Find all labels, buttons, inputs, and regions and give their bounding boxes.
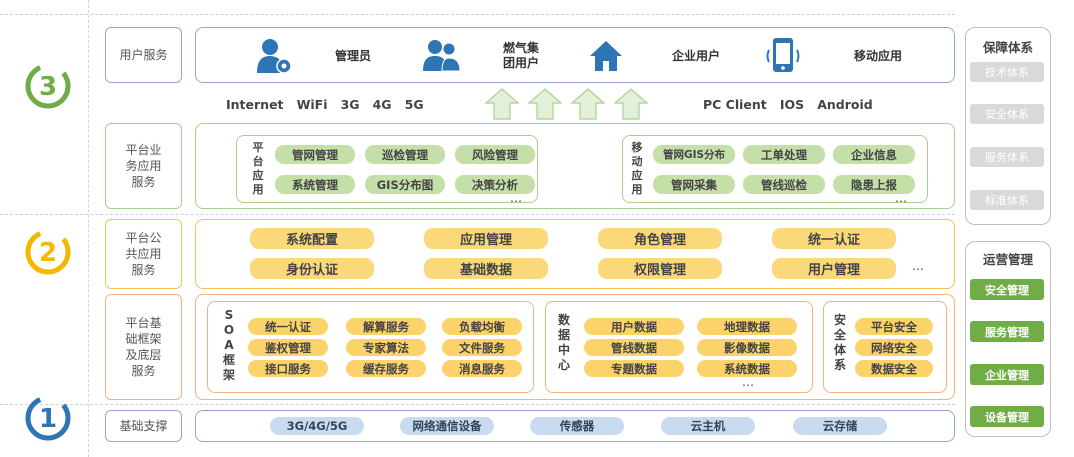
infrastructure-item: 传感器 — [530, 417, 624, 435]
public-item: 角色管理 — [598, 228, 722, 249]
soa-item: 缓存服务 — [346, 360, 426, 377]
divider-layer2-1 — [0, 404, 955, 405]
label-base-framework: 平台基 础框架 及底层 服务 — [105, 294, 182, 400]
network-right: PC Client IOS Android — [703, 97, 873, 112]
guarantee-item: 安全体系 — [970, 104, 1044, 124]
platform-item: 风险管理 — [455, 145, 535, 164]
user-mobile-label: 移动应用 — [853, 49, 902, 63]
soa-item: 负载均衡 — [442, 318, 522, 335]
soa-item: 接口服务 — [248, 360, 328, 377]
user-gas-group-label: 燃气集 团用户 — [502, 41, 539, 70]
public-item: 权限管理 — [598, 258, 722, 279]
mobile-item: 工单处理 — [743, 145, 825, 164]
data-center-item: 管线数据 — [584, 339, 684, 356]
data-center-item: 地理数据 — [697, 318, 797, 335]
user-admin-label: 管理员 — [334, 49, 371, 63]
mobile-item: 企业信息 — [833, 145, 915, 164]
data-center-item: 专题数据 — [584, 360, 684, 377]
label-infrastructure: 基础支撑 — [105, 410, 182, 442]
public-item: 基础数据 — [424, 258, 548, 279]
label-public-app: 平台公 共应用 服务 — [105, 219, 182, 289]
top-divider — [0, 14, 955, 15]
network-3g: 3G — [340, 97, 360, 112]
data-center-more: … — [742, 375, 755, 389]
client-ios: IOS — [779, 97, 805, 112]
operations-item: 安全管理 — [970, 279, 1044, 300]
soa-item: 鉴权管理 — [248, 339, 328, 356]
operations-item: 企业管理 — [970, 364, 1044, 385]
label-business-app: 平台业 务应用 服务 — [105, 123, 182, 209]
operations-item: 设备管理 — [970, 406, 1044, 427]
guarantee-title: 保障体系 — [982, 40, 1033, 55]
public-item: 身份认证 — [250, 258, 374, 279]
public-more: … — [912, 259, 925, 273]
operations-item: 服务管理 — [970, 321, 1044, 342]
layer-1-number: 1 — [39, 404, 57, 434]
soa-item: 专家算法 — [346, 339, 426, 356]
public-item: 系统配置 — [250, 228, 374, 249]
infrastructure-item: 云主机 — [661, 417, 755, 435]
public-item: 用户管理 — [772, 258, 896, 279]
client-pc: PC Client — [703, 97, 767, 112]
soa-item: 文件服务 — [442, 339, 522, 356]
soa-item: 消息服务 — [442, 360, 522, 377]
data-center-title: 数 据 中 心 — [557, 313, 570, 372]
platform-item: 决策分析 — [455, 175, 535, 194]
infrastructure-item: 网络通信设备 — [400, 417, 494, 435]
guarantee-item: 技术体系 — [970, 62, 1044, 82]
infrastructure-item: 云存储 — [793, 417, 887, 435]
layer-3-badge: 3 — [25, 63, 71, 109]
guarantee-item: 标准体系 — [970, 190, 1044, 210]
network-5g: 5G — [404, 97, 424, 112]
home-icon — [590, 41, 622, 71]
data-center-item: 影像数据 — [697, 339, 797, 356]
divider-layer3-2 — [0, 214, 955, 215]
platform-item: 巡检管理 — [365, 145, 445, 164]
admin-gear-user-icon — [257, 39, 292, 74]
layer-3-number: 3 — [39, 72, 57, 102]
platform-more: … — [510, 191, 523, 205]
up-arrow-icon — [570, 88, 606, 120]
security-title: 安 全 体 系 — [833, 313, 846, 372]
soa-item: 解算服务 — [346, 318, 426, 335]
network-wifi: WiFi — [296, 97, 328, 112]
data-center-item: 用户数据 — [584, 318, 684, 335]
network-4g: 4G — [372, 97, 392, 112]
layer-2-number: 2 — [39, 238, 57, 268]
up-arrow-icon — [484, 88, 520, 120]
layer-1-badge: 1 — [25, 395, 71, 441]
guarantee-item: 服务体系 — [970, 147, 1044, 167]
network-left: Internet WiFi 3G 4G 5G — [226, 97, 424, 112]
platform-item: GIS分布图 — [365, 175, 445, 194]
mobile-item: 管网GIS分布 — [653, 145, 735, 164]
soa-item: 统一认证 — [248, 318, 328, 335]
infrastructure-item: 3G/4G/5G — [270, 417, 364, 435]
platform-item: 系统管理 — [275, 175, 355, 194]
mobile-phone-icon — [766, 38, 800, 72]
public-item: 应用管理 — [424, 228, 548, 249]
operations-title: 运营管理 — [982, 252, 1033, 267]
soa-title: S O A 框 架 — [222, 308, 235, 382]
platform-item: 管网管理 — [275, 145, 355, 164]
label-user-service: 用户服务 — [105, 27, 182, 83]
security-item: 数据安全 — [855, 360, 933, 377]
layer-2-badge: 2 — [25, 229, 71, 275]
network-internet: Internet — [226, 97, 284, 112]
security-item: 网络安全 — [855, 339, 933, 356]
platform-app-title: 平 台 应 用 — [252, 141, 264, 196]
up-arrow-icon — [613, 88, 649, 120]
up-arrow-icon — [527, 88, 563, 120]
mobile-app-title: 移 动 应 用 — [631, 141, 643, 196]
group-users-icon — [423, 40, 461, 72]
client-android: Android — [817, 97, 873, 112]
upward-arrows — [484, 88, 649, 120]
security-item: 平台安全 — [855, 318, 933, 335]
mobile-more: … — [895, 191, 908, 205]
user-enterprise-label: 企业用户 — [671, 49, 720, 63]
mobile-item: 管线巡检 — [743, 175, 825, 194]
public-item: 统一认证 — [772, 228, 896, 249]
vertical-divider — [88, 0, 89, 457]
mobile-item: 管网采集 — [653, 175, 735, 194]
